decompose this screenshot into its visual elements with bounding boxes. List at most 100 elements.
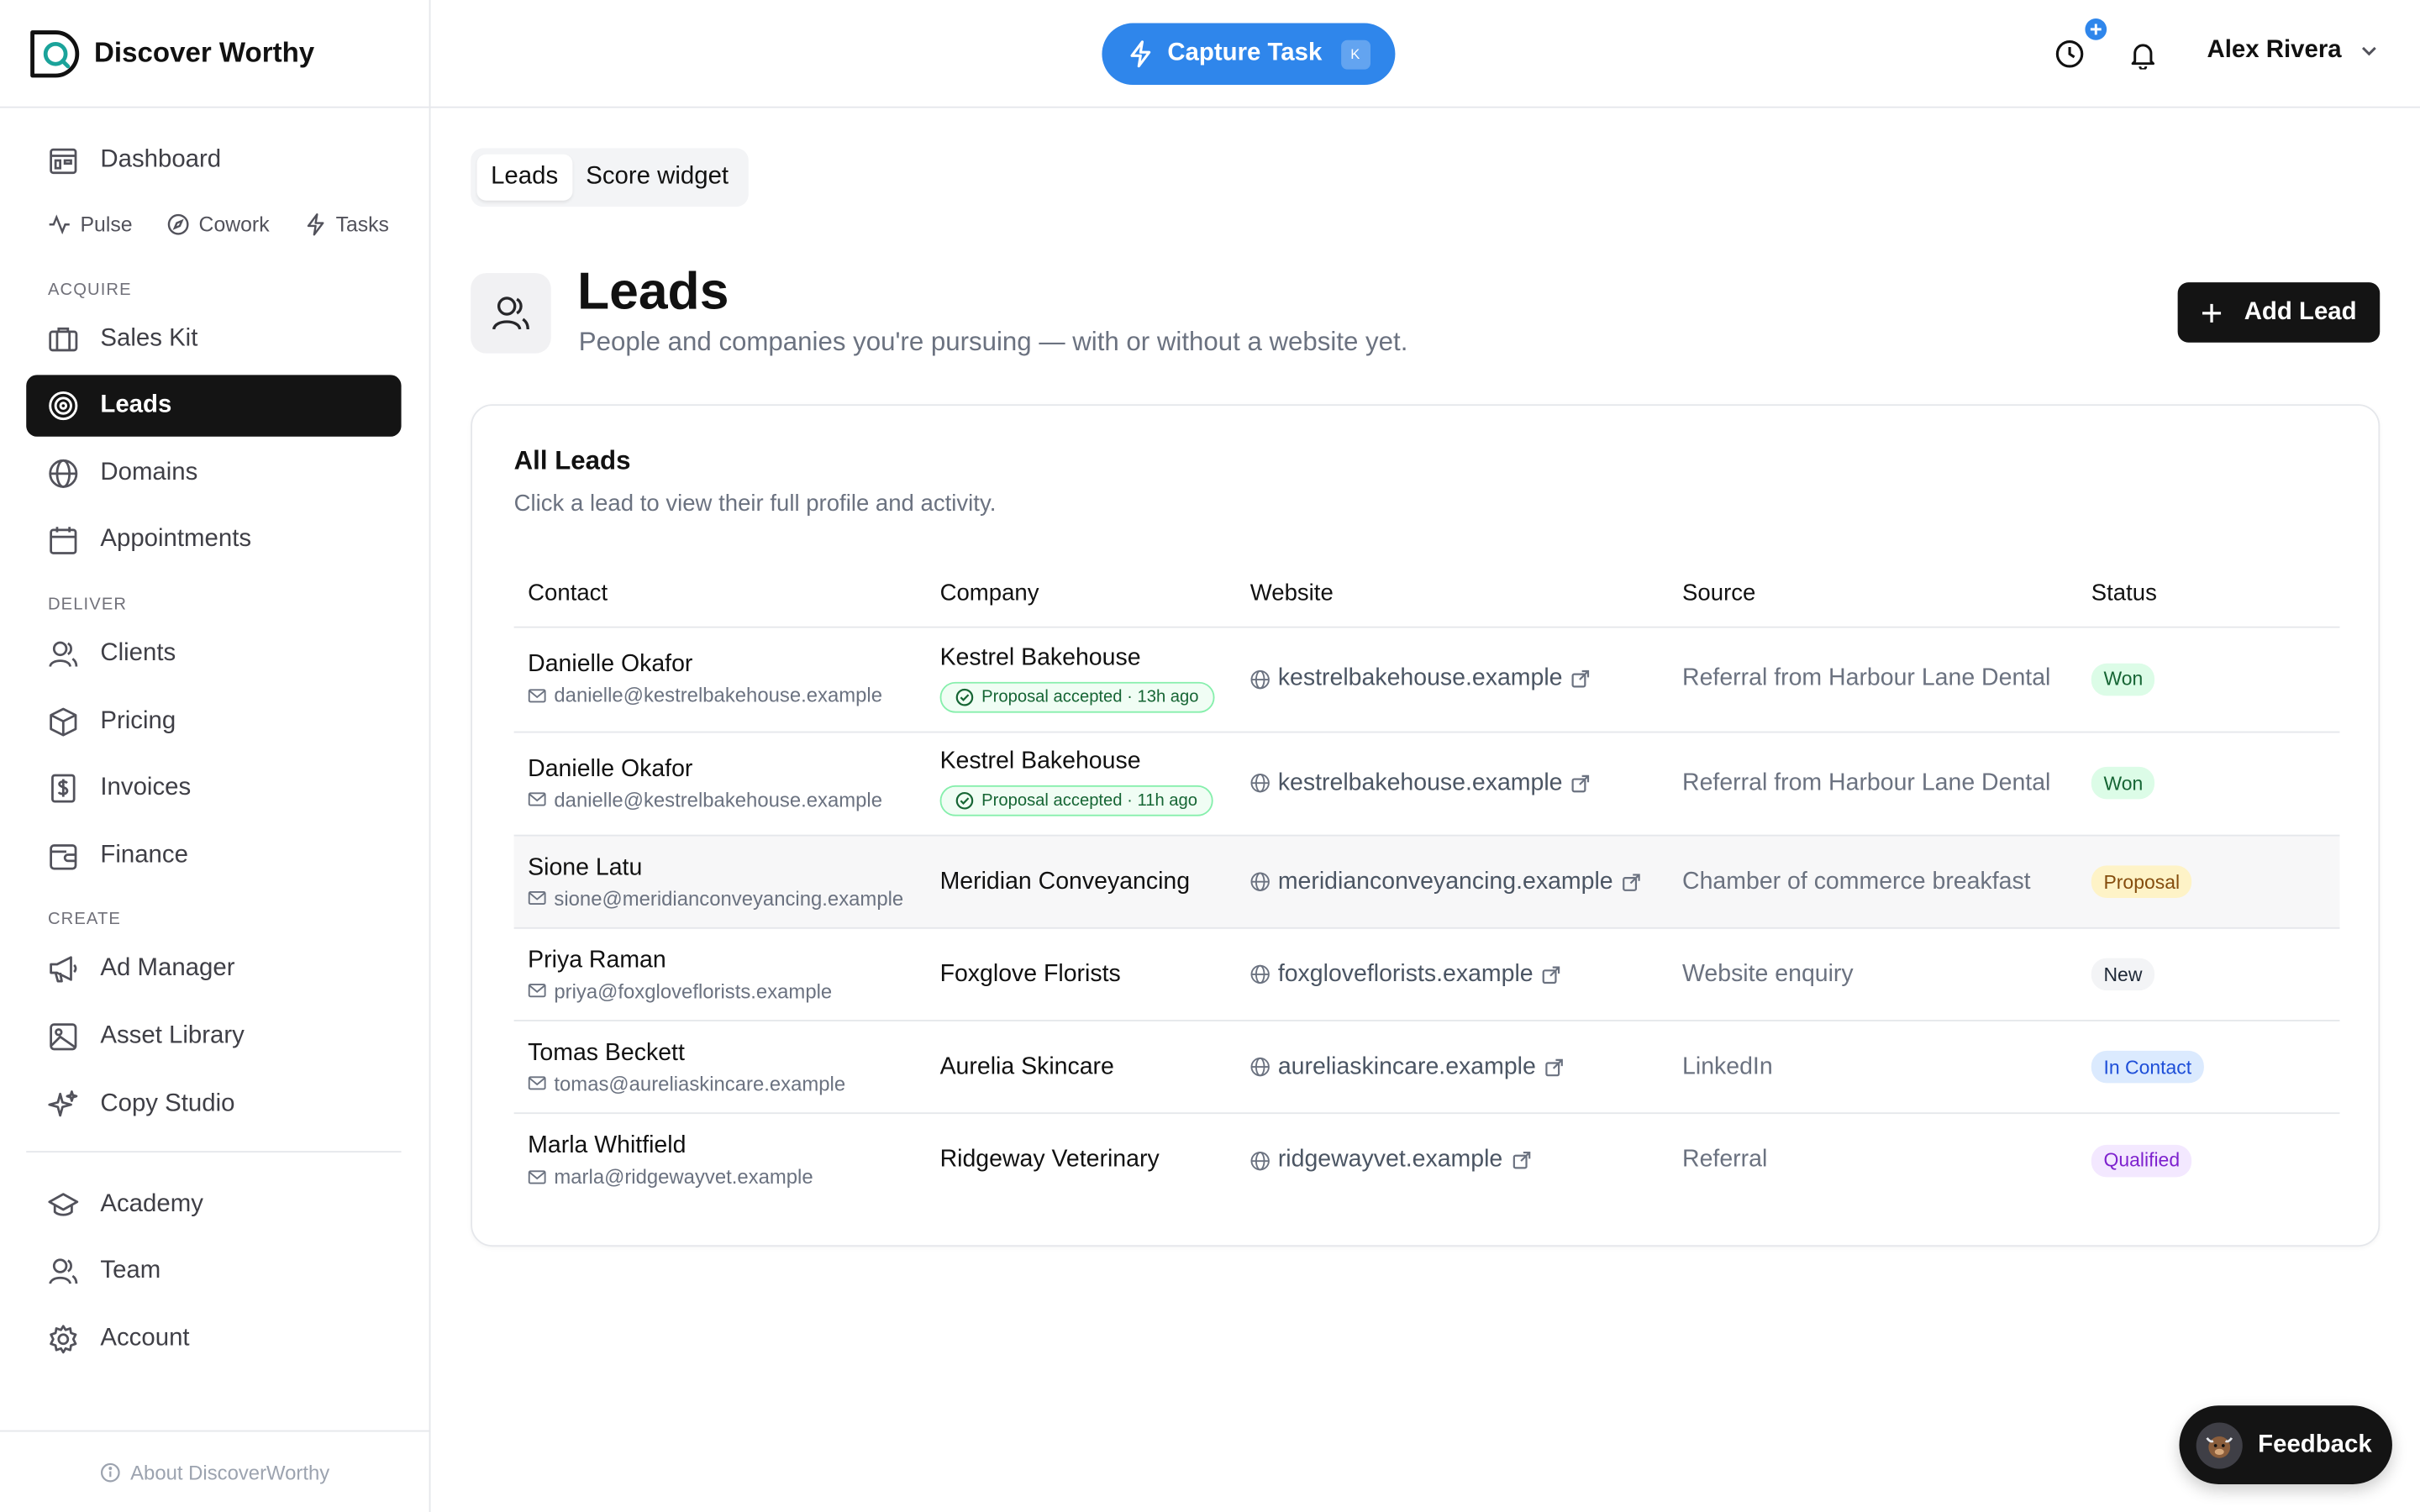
table-row[interactable]: Priya Raman priya@foxgloveflorists.exampl… — [513, 929, 2340, 1021]
sidebar-sub-cowork[interactable]: Cowork — [166, 213, 270, 236]
tab-leads[interactable]: Leads — [476, 154, 572, 201]
status-badge: New — [2091, 958, 2155, 991]
globe-icon — [1250, 669, 1270, 689]
sidebar-sub-pulse[interactable]: Pulse — [48, 213, 133, 236]
column-header-company: Company — [939, 580, 1039, 606]
external-link-icon[interactable] — [1623, 873, 1641, 891]
sidebar-item-finance[interactable]: Finance — [26, 825, 401, 886]
sidebar-item-academy[interactable]: Academy — [26, 1173, 401, 1235]
table-row[interactable]: Marla Whitfield marla@ridgewayvet.example… — [514, 1114, 2340, 1206]
sidebar-item-label: Team — [100, 1257, 161, 1284]
company-cell: Meridian Conveyancing — [940, 868, 1250, 895]
plus-badge-icon — [2085, 18, 2107, 40]
plus-icon — [2202, 302, 2222, 322]
sidebar-item-account[interactable]: Account — [26, 1308, 401, 1369]
external-link-icon[interactable] — [1572, 670, 1591, 689]
sidebar-item-asset-library[interactable]: Asset Library — [26, 1005, 401, 1067]
add-lead-button[interactable]: Add Lead — [2177, 282, 2381, 343]
website-cell: kestrelbakehouse.example — [1250, 665, 1682, 693]
lead-source: LinkedIn — [1682, 1053, 1773, 1079]
users-icon — [48, 1256, 79, 1287]
sidebar-item-label: Domains — [100, 459, 198, 486]
website-link[interactable]: meridianconveyancing.example — [1250, 868, 1682, 895]
graduation-cap-icon — [48, 1189, 79, 1220]
mail-icon — [528, 792, 546, 806]
sidebar-item-dashboard[interactable]: Dashboard — [26, 129, 401, 191]
image-icon — [48, 1021, 79, 1053]
capture-task-button[interactable]: Capture Task K — [1102, 23, 1396, 86]
external-link-icon[interactable] — [1512, 1151, 1530, 1169]
status-cell: In Contact — [2091, 1050, 2340, 1084]
company-name: Meridian Conveyancing — [939, 868, 1191, 895]
mail-icon — [528, 688, 546, 702]
lead-source: Referral from Harbour Lane Dental — [1682, 769, 2051, 796]
about-link[interactable]: About DiscoverWorthy — [0, 1430, 431, 1512]
sidebar-divider — [26, 1150, 402, 1152]
section-label-deliver: DELIVER — [47, 595, 128, 614]
sidebar-item-sales-kit[interactable]: Sales Kit — [26, 308, 401, 370]
clock-button[interactable] — [2053, 18, 2107, 71]
sidebar-item-label: Ad Manager — [100, 955, 235, 982]
contact-cell: Danielle Okafor danielle@kestrelbakehouse… — [514, 652, 940, 707]
source-cell: Referral from Harbour Lane Dental — [1682, 769, 2091, 797]
sidebar-item-team[interactable]: Team — [26, 1241, 401, 1302]
globe-icon — [1250, 964, 1270, 984]
package-icon — [48, 706, 79, 737]
website-link[interactable]: foxgloveflorists.example — [1250, 960, 1682, 988]
contact-name: Sione Latu — [528, 853, 643, 880]
table-row[interactable]: Danielle Okafor danielle@kestrelbakehouse… — [513, 732, 2340, 837]
website-link[interactable]: kestrelbakehouse.example — [1250, 665, 1682, 693]
sidebar-sub-tasks[interactable]: Tasks — [303, 213, 389, 236]
table-row[interactable]: Danielle Okafor danielle@kestrelbakehouse… — [513, 628, 2340, 732]
user-icon — [48, 638, 79, 669]
shortcut-key: K — [1340, 39, 1370, 69]
contact-cell: Sione Latu sione@meridianconveyancing.exa… — [514, 854, 940, 910]
brand-name: Discover Worthy — [94, 37, 315, 68]
section-label-acquire: ACQUIRE — [47, 280, 132, 299]
sidebar-item-invoices[interactable]: Invoices — [26, 758, 401, 819]
compass-icon — [167, 214, 189, 235]
column-header-source: Source — [1682, 580, 1756, 606]
brand[interactable]: Discover Worthy — [0, 0, 429, 108]
bell-icon — [2130, 43, 2154, 69]
table-row[interactable]: Sione Latu sione@meridianconveyancing.exa… — [513, 836, 2340, 929]
company-name: Kestrel Bakehouse — [939, 644, 1141, 671]
sidebar: Discover Worthy Dashboard Pulse Cowork T… — [0, 0, 431, 1512]
app-root: Discover Worthy Dashboard Pulse Cowork T… — [0, 0, 2420, 1512]
leads-card: All Leads Click a lead to view their ful… — [471, 404, 2381, 1247]
info-icon — [101, 1462, 121, 1482]
external-link-icon[interactable] — [1543, 965, 1561, 984]
company-cell: Kestrel Bakehouse Proposal accepted · 11h… — [939, 748, 1250, 818]
sidebar-item-appointments[interactable]: Appointments — [26, 510, 401, 571]
sidebar-item-leads[interactable]: Leads — [26, 375, 402, 438]
sidebar-item-clients[interactable]: Clients — [26, 623, 401, 685]
sidebar-item-domains[interactable]: Domains — [26, 443, 401, 504]
website-link[interactable]: aureliaskincare.example — [1250, 1053, 1682, 1081]
logo-icon — [30, 29, 80, 77]
column-header-website: Website — [1249, 580, 1334, 606]
sidebar-item-label: Clients — [100, 640, 176, 667]
external-link-icon[interactable] — [1572, 774, 1591, 793]
globe-icon — [1250, 872, 1270, 891]
status-badge: In Contact — [2091, 1050, 2204, 1084]
notifications-button[interactable] — [2125, 37, 2159, 71]
website-cell: aureliaskincare.example — [1250, 1053, 1682, 1081]
feedback-button[interactable]: Feedback — [2179, 1405, 2392, 1484]
pulse-icon — [49, 214, 70, 235]
table-row[interactable]: Tomas Beckett tomas@aureliaskincare.examp… — [513, 1021, 2340, 1115]
user-menu[interactable]: Alex Rivera — [2207, 37, 2379, 65]
card-title: All Leads — [513, 445, 631, 475]
sidebar-item-pricing[interactable]: Pricing — [26, 690, 401, 752]
website-link[interactable]: ridgewayvet.example — [1250, 1147, 1682, 1174]
website-link[interactable]: kestrelbakehouse.example — [1250, 769, 1682, 797]
top-header: Capture Task K Alex Rivera — [430, 0, 2420, 108]
website-cell: foxgloveflorists.example — [1250, 960, 1682, 988]
briefcase-icon — [48, 323, 79, 354]
external-link-icon[interactable] — [1545, 1058, 1564, 1076]
sidebar-item-ad-manager[interactable]: Ad Manager — [26, 938, 401, 1000]
sidebar-item-label: Leads — [100, 391, 172, 419]
sidebar-item-copy-studio[interactable]: Copy Studio — [26, 1074, 401, 1135]
contact-name: Priya Raman — [528, 946, 666, 974]
source-cell: Referral — [1682, 1147, 2091, 1174]
tab-score-widget[interactable]: Score widget — [572, 155, 743, 201]
